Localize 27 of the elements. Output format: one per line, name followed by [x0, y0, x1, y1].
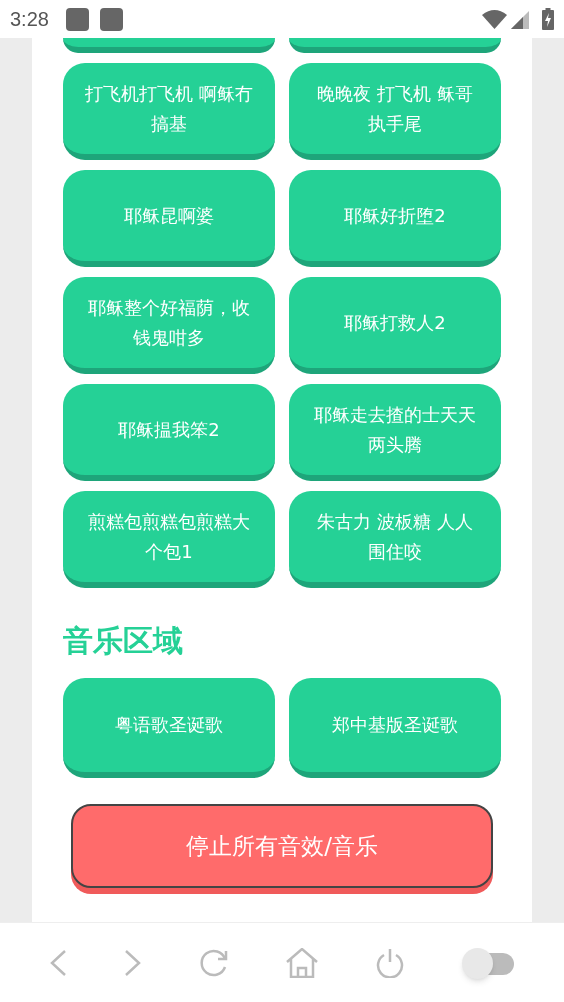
signal-icon — [511, 9, 529, 29]
music-button[interactable]: 粤语歌圣诞歌 — [63, 678, 275, 778]
sound-button[interactable]: 耶稣整个好福荫，收钱鬼咁多 — [63, 277, 275, 374]
sound-button[interactable]: 耶稣走去揸的士天天两头腾 — [289, 384, 501, 481]
power-icon[interactable] — [374, 947, 405, 978]
wifi-icon — [482, 9, 507, 29]
notification-icon — [65, 7, 89, 31]
sound-button[interactable] — [63, 38, 275, 53]
sound-button[interactable]: 耶稣昆啊婆 — [63, 170, 275, 267]
sound-button[interactable]: 朱古力 波板糖 人人围住咬 — [289, 491, 501, 588]
sound-button[interactable] — [289, 38, 501, 53]
notification-icon — [99, 7, 123, 31]
sound-button[interactable]: 晚晚夜 打飞机 稣哥执手尾 — [289, 63, 501, 160]
back-icon[interactable] — [48, 948, 67, 977]
reload-icon[interactable] — [198, 947, 229, 978]
forward-icon[interactable] — [123, 948, 142, 977]
sound-button[interactable]: 打飞机打飞机 啊稣冇搞基 — [63, 63, 275, 160]
status-time: 3:28 — [10, 7, 49, 32]
toggle-switch[interactable] — [461, 947, 516, 978]
home-icon[interactable] — [285, 947, 318, 978]
section-heading: 音乐区域 — [63, 622, 184, 660]
sound-button[interactable]: 耶稣好折堕2 — [289, 170, 501, 267]
battery-charging-icon — [542, 8, 554, 30]
sound-button[interactable]: 耶稣揾我笨2 — [63, 384, 275, 481]
sound-button[interactable]: 耶稣打救人2 — [289, 277, 501, 374]
sound-button[interactable]: 煎糕包煎糕包煎糕大个包1 — [63, 491, 275, 588]
music-button[interactable]: 郑中基版圣诞歌 — [289, 678, 501, 778]
